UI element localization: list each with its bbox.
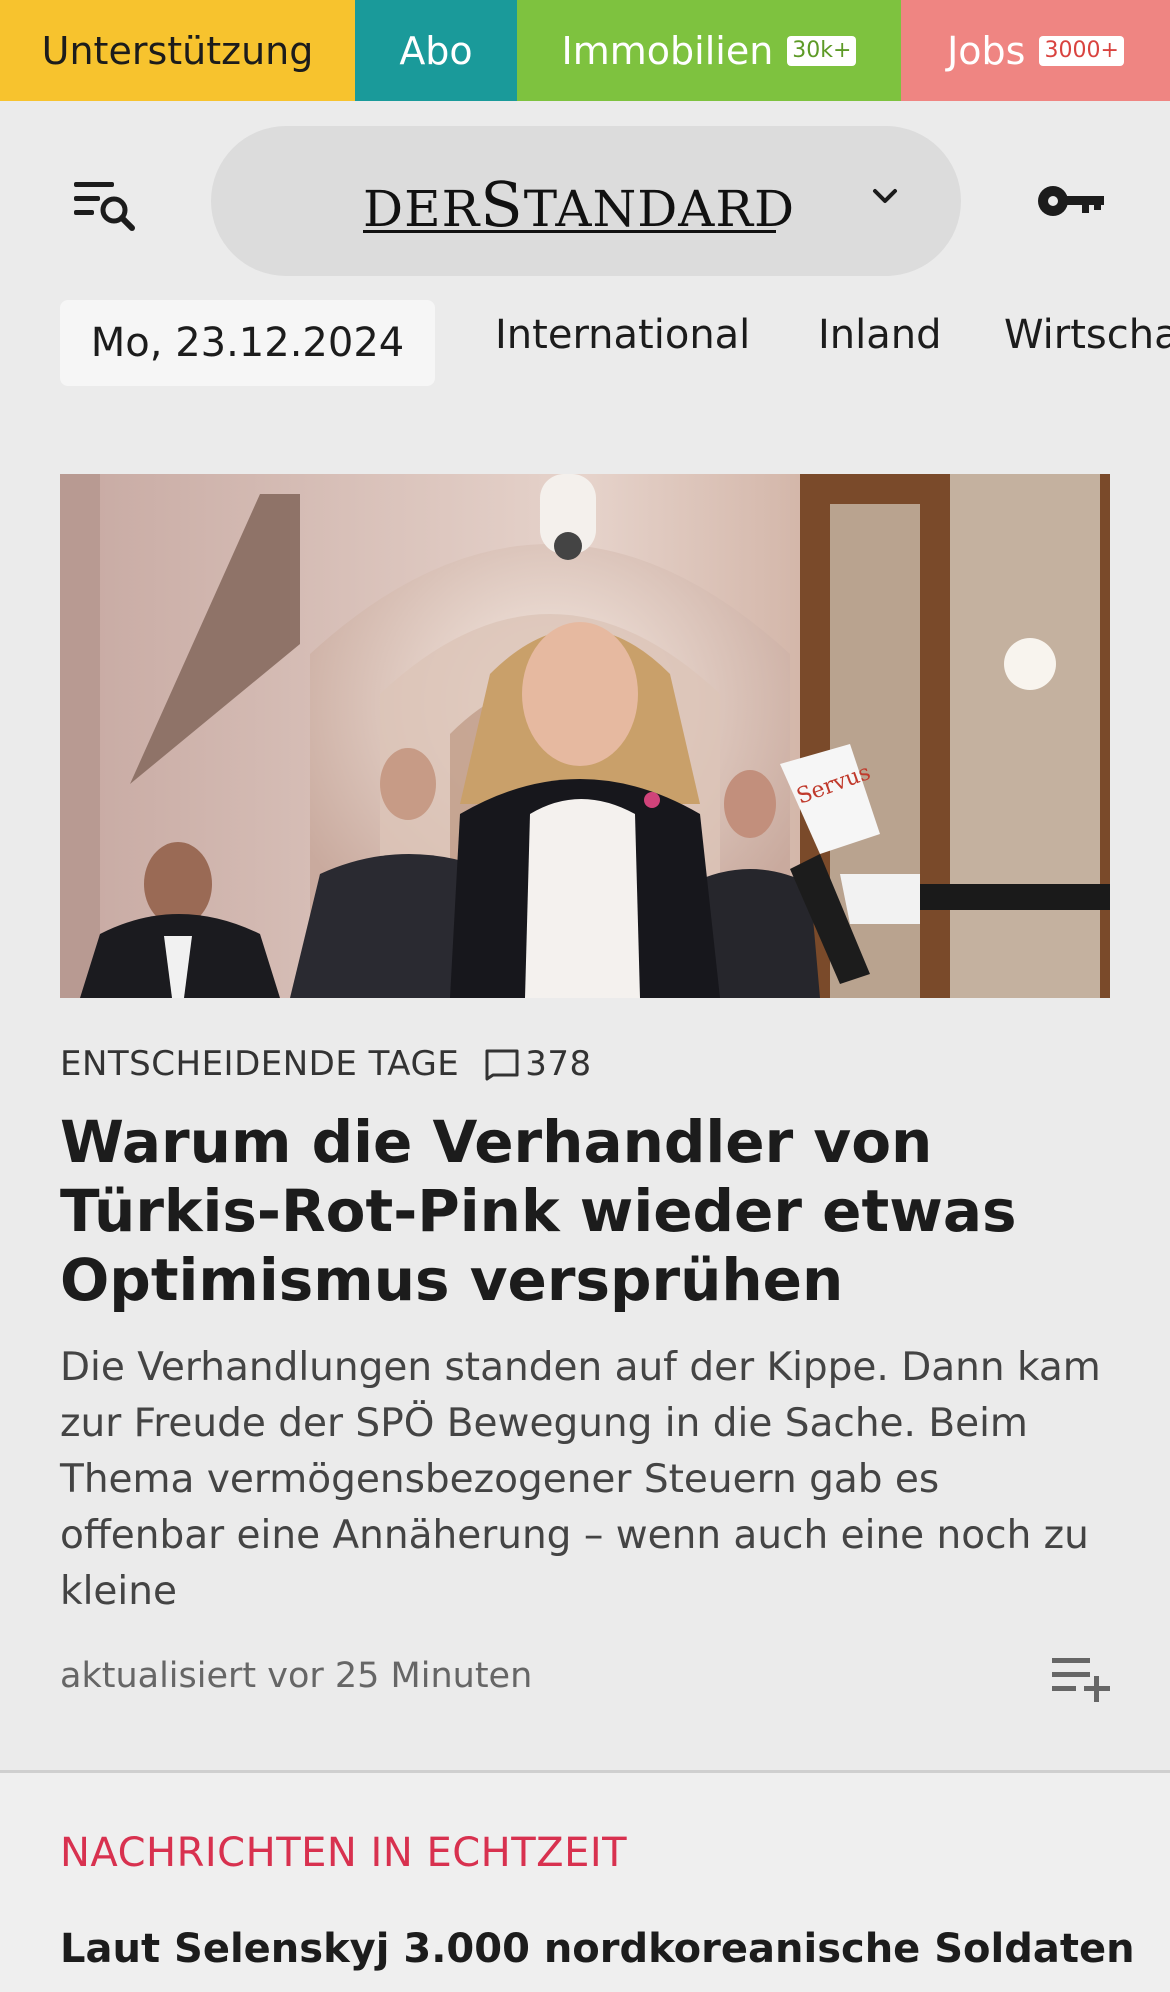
logo-pill[interactable]: DERSTANDARD (211, 126, 961, 276)
article-kicker: ENTSCHEIDENDE TAGE (60, 1044, 460, 1084)
hero-image[interactable]: Servus (60, 474, 1110, 998)
chevron-down-icon[interactable] (871, 186, 899, 206)
tab-support-label: Unterstützung (41, 28, 314, 73)
logo-underline (363, 230, 776, 233)
live-news-item-title[interactable]: Laut Selenskyj 3.000 nordkoreanische Sol… (60, 1926, 1135, 1972)
article-updated-timestamp: aktualisiert vor 25 Minuten (60, 1656, 533, 1696)
article-kicker-row: ENTSCHEIDENDE TAGE 378 (60, 1044, 592, 1084)
nav-item-wirtschaft[interactable]: Wirtscha (1004, 312, 1170, 358)
article-headline[interactable]: Warum die Verhandler von Türkis-Rot-Pink… (60, 1108, 1110, 1315)
jobs-count-badge: 3000+ (1039, 35, 1124, 66)
tab-abo-label: Abo (399, 28, 473, 73)
tab-immobilien-label: Immobilien (561, 28, 774, 73)
tab-support[interactable]: Unterstützung (0, 0, 355, 101)
immobilien-count-badge: 30k+ (787, 35, 857, 66)
tab-immobilien[interactable]: Immobilien 30k+ (517, 0, 901, 101)
nav-item-inland[interactable]: Inland (818, 312, 942, 358)
menu-search-icon[interactable] (72, 178, 138, 238)
article-teaser: Die Verhandlungen standen auf der Kippe.… (60, 1345, 1101, 1614)
live-news-heading: NACHRICHTEN IN ECHTZEIT (60, 1830, 628, 1876)
tab-jobs[interactable]: Jobs 3000+ (901, 0, 1170, 101)
playlist-add-icon[interactable] (1050, 1654, 1112, 1702)
nav-item-international[interactable]: International (495, 312, 750, 358)
tab-abo[interactable]: Abo (355, 0, 517, 101)
top-tab-bar: Unterstützung Abo Immobilien 30k+ Jobs 3… (0, 0, 1170, 101)
comment-count[interactable]: 378 (525, 1044, 591, 1084)
key-icon[interactable] (1036, 182, 1106, 220)
tab-jobs-label: Jobs (947, 28, 1026, 73)
comment-icon[interactable] (483, 1047, 521, 1081)
date-chip: Mo, 23.12.2024 (60, 300, 435, 386)
